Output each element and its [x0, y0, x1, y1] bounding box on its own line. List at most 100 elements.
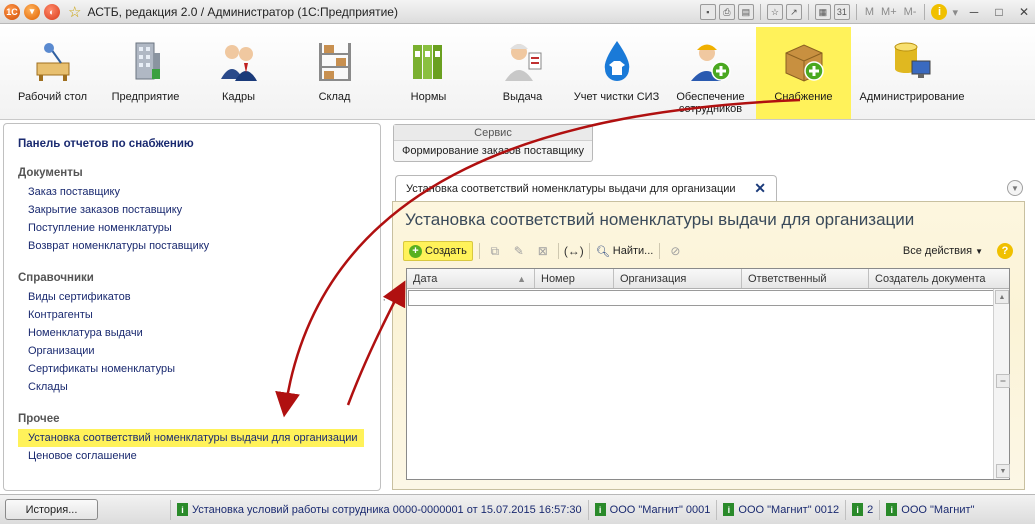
table-header: Дата ▲ Номер Организация Ответственный С…	[407, 269, 1009, 289]
nav-link[interactable]: Организации	[18, 342, 366, 360]
section-cleaning[interactable]: Учет чистки СИЗ	[569, 27, 664, 117]
sort-icon: ▲	[517, 274, 526, 284]
all-actions-button[interactable]: Все действия ▼	[903, 245, 983, 257]
section-label: Кадры	[222, 91, 255, 103]
panel-title: Панель отчетов по снабжению	[18, 138, 194, 150]
print-icon[interactable]: ⎙	[718, 4, 735, 20]
navigation-panel: Панель отчетов по снабжению Документы За…	[3, 123, 381, 491]
link-icon[interactable]: ↗	[785, 4, 802, 20]
memory-m[interactable]: M	[863, 6, 876, 18]
copy-icon[interactable]: ⧉	[486, 242, 504, 260]
scroll-up-icon[interactable]: ▲	[995, 290, 1009, 304]
favorites-star-icon[interactable]: ☆	[68, 3, 81, 21]
app-logo-icon[interactable]: 1С	[4, 3, 20, 20]
find-label: Найти...	[612, 245, 654, 257]
column-header-responsible[interactable]: Ответственный	[742, 269, 869, 288]
info-icon: i	[886, 503, 898, 516]
section-label: Нормы	[410, 91, 447, 103]
documents-table[interactable]: Дата ▲ Номер Организация Ответственный С…	[406, 268, 1010, 480]
notification-1[interactable]: i Установка условий работы сотрудника 00…	[170, 499, 588, 520]
work-area: Сервис Формирование заказов поставщику У…	[385, 120, 1035, 492]
nav-link-highlighted[interactable]: Установка соответствий номенклатуры выда…	[18, 429, 364, 447]
nav-link[interactable]: Номенклатура выдачи	[18, 324, 366, 342]
title-bar: 1С ▾ ◐ ☆ АСТБ, редакция 2.0 / Администра…	[0, 0, 1035, 24]
favorite-add-icon[interactable]: ☆	[766, 4, 783, 20]
service-panel: Сервис Формирование заказов поставщику	[393, 124, 593, 162]
history-button[interactable]: История...	[5, 499, 98, 520]
notification-3[interactable]: i ООО "Магнит" 0012	[716, 499, 845, 520]
nav-link[interactable]: Виды сертификатов	[18, 288, 366, 306]
minimize-button[interactable]: ─	[963, 3, 985, 21]
section-personnel[interactable]: Кадры	[191, 27, 286, 117]
nav-link[interactable]: Сертификаты номенклатуры	[18, 360, 366, 378]
close-window-button[interactable]: ✕	[1013, 3, 1035, 21]
group-title-documents: Документы	[18, 167, 83, 179]
column-header-creator[interactable]: Создатель документа	[869, 269, 994, 288]
window-title: АСТБ, редакция 2.0 / Администратор (1С:П…	[87, 4, 398, 19]
section-issue[interactable]: Выдача	[475, 27, 570, 117]
shelves-icon	[313, 39, 357, 83]
service-link[interactable]: Формирование заказов поставщику	[394, 141, 592, 161]
section-label: Склад	[318, 91, 351, 103]
close-tab-icon[interactable]: ✕	[754, 180, 766, 197]
section-enterprise[interactable]: Предприятие	[98, 27, 193, 117]
section-warehouse[interactable]: Склад	[287, 27, 382, 117]
notification-5[interactable]: i ООО "Магнит"	[879, 499, 980, 520]
delete-icon[interactable]: ⊠	[534, 242, 552, 260]
section-norms[interactable]: Нормы	[381, 27, 476, 117]
calculator-icon[interactable]: ▦	[814, 4, 831, 20]
water-drop-icon	[595, 39, 639, 83]
maximize-button[interactable]: □	[988, 3, 1010, 21]
tabs-dropdown-icon[interactable]: ▼	[1007, 180, 1023, 196]
refresh-icon[interactable]: (↔)	[564, 242, 584, 260]
section-label: Администрирование	[859, 91, 965, 103]
form-toolbar: + Создать ⧉ ✎ ⊠ (↔) 🔍︎ Найти... ⊘ Все де…	[403, 240, 1013, 262]
scroll-thumb[interactable]: ═	[996, 374, 1010, 388]
section-desktop[interactable]: Рабочий стол	[5, 27, 100, 117]
tab-correspondence[interactable]: Установка соответствий номенклатуры выда…	[395, 175, 777, 201]
column-header-date[interactable]: Дата ▲	[407, 269, 535, 288]
history-icon[interactable]: ◐	[44, 3, 60, 20]
section-supply[interactable]: Снабжение	[756, 27, 851, 119]
nav-link[interactable]: Поступление номенклатуры	[18, 219, 366, 237]
nav-link[interactable]: Возврат номенклатуры поставщику	[18, 237, 366, 255]
service-header: Сервис	[394, 125, 592, 141]
nav-link[interactable]: Закрытие заказов поставщику	[18, 201, 366, 219]
info-icon[interactable]: i	[931, 4, 948, 20]
preview-icon[interactable]: ▤	[737, 4, 754, 20]
nav-link[interactable]: Контрагенты	[18, 306, 366, 324]
edit-icon[interactable]: ✎	[510, 242, 528, 260]
nav-link[interactable]: Склады	[18, 378, 366, 396]
desk-lamp-icon	[31, 39, 75, 83]
nav-link[interactable]: Заказ поставщику	[18, 183, 366, 201]
section-provision[interactable]: Обеспечение сотрудников	[663, 27, 758, 117]
group-title-catalogs: Справочники	[18, 272, 94, 284]
worker-add-icon	[689, 39, 733, 83]
section-label: Снабжение	[774, 91, 833, 103]
cancel-search-icon[interactable]: ⊘	[666, 242, 684, 260]
nav-link[interactable]: Ценовое соглашение	[18, 447, 366, 465]
vertical-scrollbar[interactable]: ▲ ═ ▼	[993, 289, 1010, 479]
notification-2[interactable]: i ООО "Магнит" 0001	[587, 499, 717, 520]
all-actions-label: Все действия	[902, 245, 973, 257]
calendar-icon[interactable]: 31	[833, 4, 850, 20]
scroll-down-icon[interactable]: ▼	[996, 464, 1010, 478]
people-icon	[217, 39, 261, 83]
main-menu-icon[interactable]: ▾	[24, 3, 40, 20]
section-administration[interactable]: Администрирование	[852, 27, 972, 117]
create-label: Создать	[425, 245, 467, 257]
search-icon: 🔍︎	[595, 245, 610, 258]
status-bar: История... i Установка условий работы со…	[0, 494, 1035, 524]
create-button[interactable]: + Создать	[403, 241, 473, 261]
group-title-other: Прочее	[18, 413, 60, 425]
save-icon[interactable]: ▪	[699, 4, 716, 20]
column-header-number[interactable]: Номер	[535, 269, 614, 288]
table-row[interactable]	[408, 290, 994, 306]
memory-m-minus[interactable]: M-	[902, 6, 919, 18]
column-header-organization[interactable]: Организация	[614, 269, 742, 288]
info-dropdown-icon[interactable]: ▾	[950, 6, 960, 19]
notification-4[interactable]: i 2	[845, 499, 879, 520]
memory-m-plus[interactable]: M+	[879, 6, 899, 18]
find-button[interactable]: 🔍︎ Найти...	[596, 245, 654, 258]
help-icon[interactable]: ?	[997, 243, 1013, 259]
